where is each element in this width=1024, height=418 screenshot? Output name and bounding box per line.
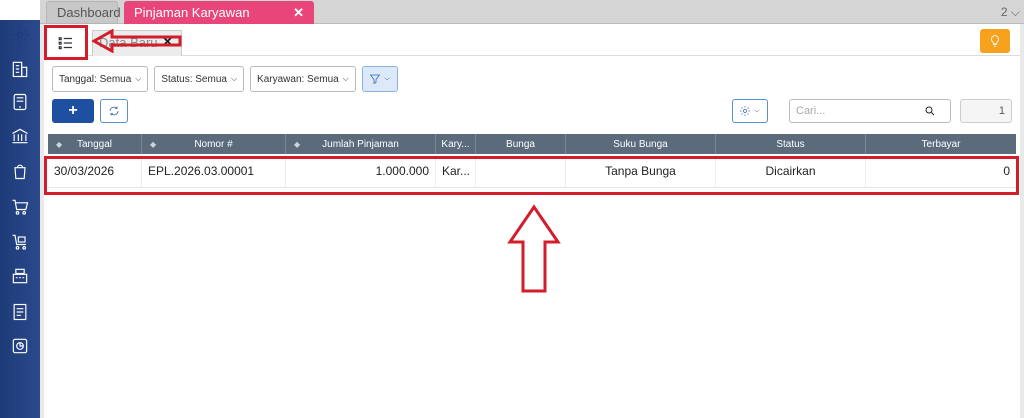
- chevron-down-icon: ⌵: [342, 74, 349, 83]
- sub-tab-bar: Data Baru ✕: [44, 24, 1020, 60]
- list-icon: [58, 36, 72, 49]
- report-icon[interactable]: [9, 335, 31, 357]
- sort-icon: ◆: [294, 139, 301, 149]
- shopping-bag-icon[interactable]: [9, 160, 31, 182]
- cart-icon[interactable]: [9, 196, 31, 218]
- filter-icon: [369, 74, 381, 85]
- bulb-icon: [991, 35, 999, 47]
- refresh-icon: [109, 106, 119, 116]
- column-settings-button[interactable]: [732, 99, 768, 123]
- column-label: Nomor #: [194, 138, 233, 150]
- sort-icon: ◆: [56, 139, 63, 149]
- sort-icon: ◆: [150, 139, 157, 149]
- building-icon[interactable]: [9, 58, 31, 80]
- filter-karyawan-label: Karyawan: Semua: [257, 73, 339, 85]
- search-input[interactable]: [796, 105, 924, 117]
- column-label: Jumlah Pinjaman: [322, 138, 399, 150]
- chevron-down-icon: ⌵: [135, 74, 142, 83]
- refresh-button[interactable]: [100, 99, 128, 123]
- filter-status[interactable]: Status: Semua ⌵: [154, 66, 245, 92]
- main-panel: Data Baru ✕ Tanggal: Semua ⌵ Status: Sem…: [44, 24, 1020, 418]
- tablet-icon[interactable]: [9, 91, 31, 113]
- tab-count-dropdown[interactable]: 2 ⌵: [1001, 5, 1020, 20]
- column-header-status[interactable]: Status: [716, 134, 866, 154]
- settings-icon[interactable]: [9, 24, 31, 46]
- column-label: Kary...: [441, 138, 470, 150]
- advanced-filter-button[interactable]: [361, 66, 398, 92]
- search-field[interactable]: [789, 99, 951, 123]
- filter-tanggal[interactable]: Tanggal: Semua ⌵: [52, 66, 149, 92]
- column-header-karyawan[interactable]: Kary...: [436, 134, 476, 154]
- search-icon[interactable]: [924, 105, 936, 117]
- tips-button[interactable]: [980, 29, 1010, 53]
- cart-box-icon[interactable]: [9, 231, 31, 253]
- sidebar-top-strip: [0, 0, 40, 20]
- tab-pinjaman-karyawan[interactable]: Pinjaman Karyawan ✕: [124, 1, 314, 24]
- tab-pinjaman-karyawan-label: Pinjaman Karyawan: [134, 5, 250, 20]
- close-icon[interactable]: ✕: [293, 5, 304, 21]
- column-header-terbayar[interactable]: Terbayar: [866, 134, 1016, 154]
- annotation-arrow-up: [507, 204, 561, 293]
- gear-icon: [740, 106, 750, 116]
- column-header-jumlah-pinjaman[interactable]: ◆ Jumlah Pinjaman: [286, 134, 436, 154]
- column-header-bunga[interactable]: Bunga: [476, 134, 566, 154]
- list-view-button[interactable]: [44, 25, 88, 60]
- tab-dashboard-label: Dashboard: [57, 5, 121, 20]
- filter-status-label: Status: Semua: [161, 73, 227, 85]
- bank-icon[interactable]: [9, 125, 31, 147]
- sidebar: [0, 0, 40, 418]
- chevron-down-icon: [384, 77, 390, 81]
- annotation-arrow-left: [92, 29, 182, 53]
- column-header-suku-bunga[interactable]: Suku Bunga: [566, 134, 716, 154]
- column-label: Tanggal: [76, 138, 113, 150]
- page-number-input[interactable]: 1: [960, 99, 1012, 123]
- tab-dashboard[interactable]: Dashboard: [46, 1, 121, 24]
- action-bar: +: [52, 99, 128, 123]
- column-label: Suku Bunga: [613, 138, 668, 150]
- add-button[interactable]: +: [52, 99, 94, 123]
- column-label: Terbayar: [921, 138, 961, 150]
- chevron-down-icon: [754, 109, 760, 113]
- grid-header: ◆ Tanggal ◆ Nomor # ◆ Jumlah Pinjaman Kary.…: [48, 134, 1016, 154]
- column-label: Bunga: [506, 138, 535, 150]
- annotation-row-highlight: [44, 156, 1019, 195]
- column-header-nomor[interactable]: ◆ Nomor #: [142, 134, 286, 154]
- column-header-tanggal[interactable]: ◆ Tanggal: [48, 134, 142, 154]
- tax-document-icon[interactable]: [9, 301, 31, 323]
- filter-tanggal-label: Tanggal: Semua: [59, 73, 132, 85]
- chevron-down-icon: ⌵: [230, 74, 238, 83]
- filter-bar: Tanggal: Semua ⌵ Status: Semua ⌵ Karyawa…: [52, 66, 398, 92]
- cash-register-icon[interactable]: [9, 265, 31, 287]
- tab-bar: Dashboard Pinjaman Karyawan ✕ 2 ⌵: [40, 0, 1024, 24]
- filter-karyawan[interactable]: Karyawan: Semua ⌵: [250, 66, 356, 92]
- column-label: Status: [776, 138, 805, 150]
